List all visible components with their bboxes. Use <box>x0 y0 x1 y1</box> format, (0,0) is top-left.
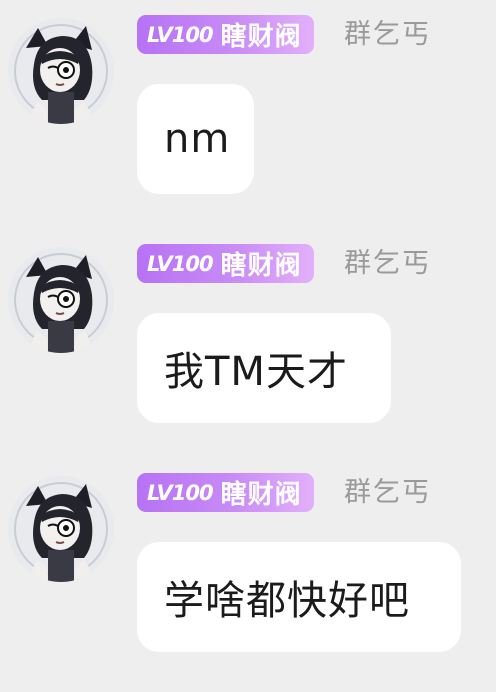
chat-message: LV100 瞎财阀 群乞丐 学啥都快好吧 <box>0 472 496 692</box>
message-text: 学啥都快好吧 <box>164 578 410 624</box>
avatar[interactable] <box>8 18 114 124</box>
message-bubble[interactable]: 我TM天才 <box>137 313 391 423</box>
message-bubble[interactable]: 学啥都快好吧 <box>137 542 461 652</box>
avatar[interactable] <box>8 476 114 582</box>
level-badge[interactable]: LV100 瞎财阀 <box>137 15 314 54</box>
level-label: LV100 <box>147 480 214 505</box>
avatar[interactable] <box>8 247 114 353</box>
message-bubble[interactable]: nm <box>137 84 254 194</box>
member-title: 瞎财阀 <box>220 22 302 52</box>
chat-message: LV100 瞎财阀 群乞丐 nm <box>0 14 496 234</box>
message-text: nm <box>164 116 231 162</box>
anime-girl-avatar-icon <box>8 247 114 353</box>
group-nickname: 群乞丐 <box>344 248 431 279</box>
level-label: LV100 <box>147 22 214 47</box>
group-nickname: 群乞丐 <box>344 19 431 50</box>
level-label: LV100 <box>147 251 214 276</box>
level-badge[interactable]: LV100 瞎财阀 <box>137 473 314 512</box>
group-nickname: 群乞丐 <box>344 477 431 508</box>
level-badge[interactable]: LV100 瞎财阀 <box>137 244 314 283</box>
anime-girl-avatar-icon <box>8 18 114 124</box>
message-text: 我TM天才 <box>164 349 348 395</box>
anime-girl-avatar-icon <box>8 476 114 582</box>
chat-message: LV100 瞎财阀 群乞丐 我TM天才 <box>0 243 496 463</box>
member-title: 瞎财阀 <box>220 480 302 510</box>
member-title: 瞎财阀 <box>220 251 302 281</box>
